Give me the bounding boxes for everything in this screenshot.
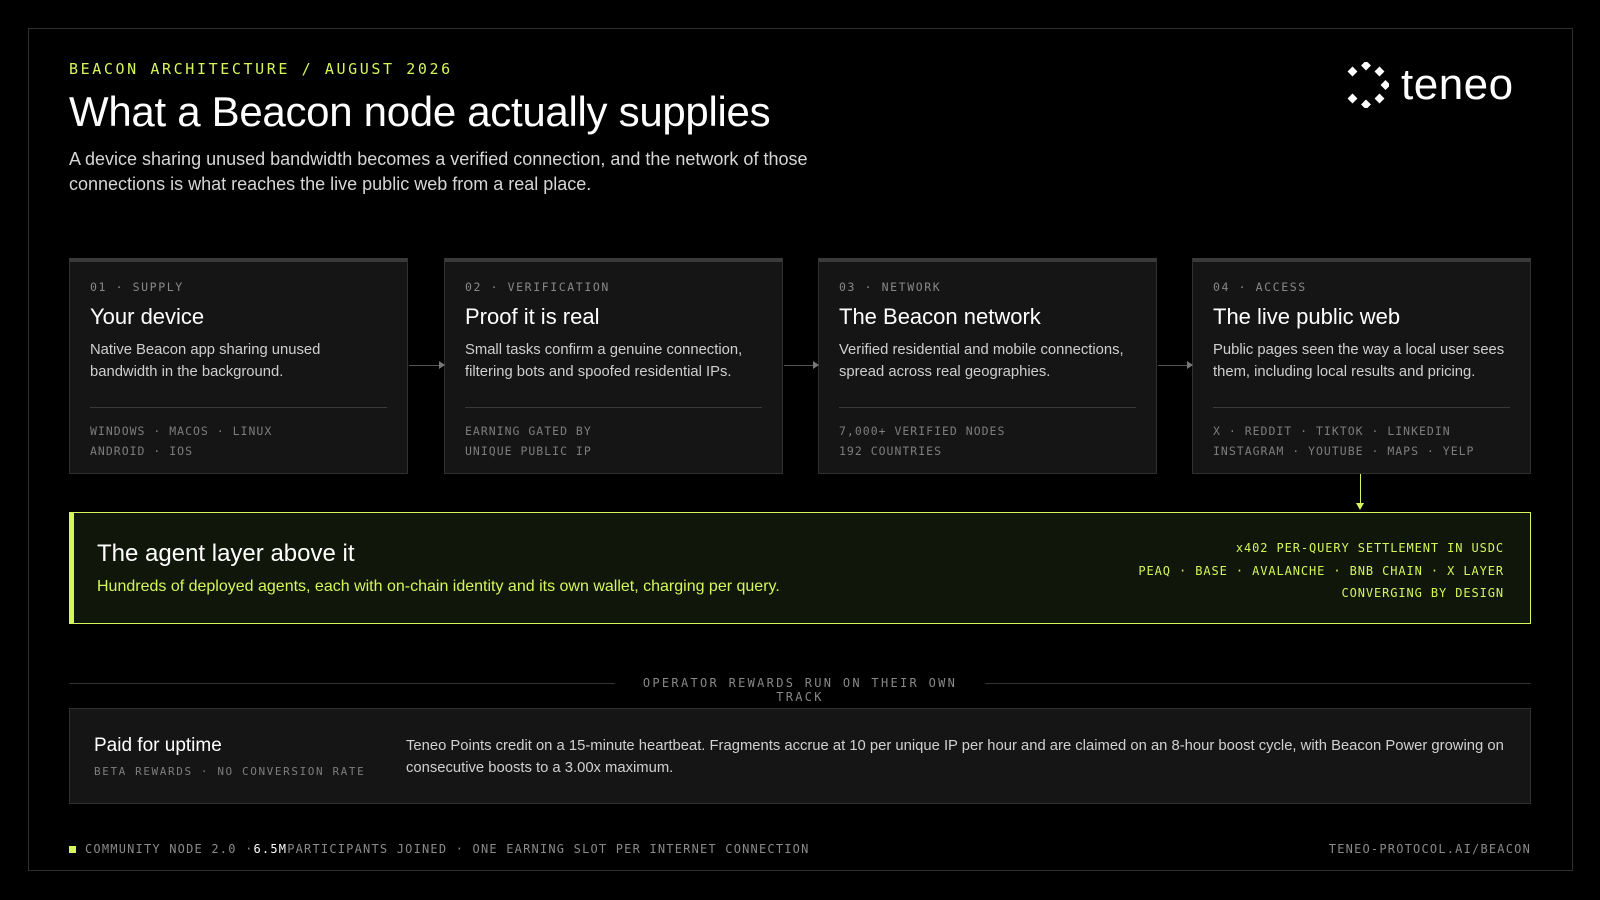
step-title: The Beacon network: [839, 304, 1041, 329]
step-description: Verified residential and mobile connecti…: [839, 342, 1124, 380]
step-label: 01 · SUPPLY: [90, 280, 184, 294]
footer-left: COMMUNITY NODE 2.0 · 6.5M PARTICIPANTS J…: [69, 842, 810, 856]
separator-line: [69, 683, 615, 684]
rewards-title: Paid for uptime: [94, 735, 222, 756]
step-label: 04 · ACCESS: [1213, 280, 1307, 294]
step-title: Proof it is real: [465, 304, 600, 329]
footer-text: COMMUNITY NODE 2.0 ·: [85, 842, 254, 856]
agent-layer-panel: The agent layer above it Hundreds of dep…: [69, 512, 1531, 624]
step-label: 03 · NETWORK: [839, 280, 942, 294]
footer-text: PARTICIPANTS JOINED · ONE EARNING SLOT P…: [287, 842, 810, 856]
arrow-right-icon: [784, 361, 819, 369]
step-meta-line: INSTAGRAM · YOUTUBE · MAPS · YELP: [1213, 444, 1475, 458]
step-card-access: 04 · ACCESS The live public web Public p…: [1192, 258, 1531, 474]
agent-layer-details: x402 PER-QUERY SETTLEMENT IN USDC PEAQ ·…: [1138, 537, 1504, 605]
step-meta-line: X · REDDIT · TIKTOK · LINKEDIN: [1213, 424, 1451, 438]
agent-detail-line: CONVERGING BY DESIGN: [1341, 586, 1504, 600]
arrow-right-icon: [1158, 361, 1193, 369]
step-meta: EARNING GATED BY UNIQUE PUBLIC IP: [465, 421, 762, 461]
agent-layer-title: The agent layer above it: [97, 540, 355, 567]
agent-detail-line: PEAQ · BASE · AVALANCHE · BNB CHAIN · X …: [1138, 563, 1504, 578]
step-meta: WINDOWS · MACOS · LINUX ANDROID · IOS: [90, 421, 387, 461]
step-meta-line: WINDOWS · MACOS · LINUX: [90, 424, 273, 438]
rewards-panel: Paid for uptime BETA REWARDS · NO CONVER…: [69, 708, 1531, 804]
agent-layer-description: Hundreds of deployed agents, each with o…: [97, 578, 780, 595]
rewards-subtitle: BETA REWARDS · NO CONVERSION RATE: [94, 765, 366, 778]
step-title: Your device: [90, 304, 205, 329]
step-divider: [465, 407, 762, 408]
logo-text: teneo: [1401, 60, 1514, 109]
step-description: Small tasks confirm a genuine connection…: [465, 342, 743, 380]
arrow-down-icon: [1356, 474, 1364, 510]
step-card-network: 03 · NETWORK The Beacon network Verified…: [818, 258, 1157, 474]
step-meta-line: UNIQUE PUBLIC IP: [465, 444, 592, 458]
step-meta-line: 7,000+ VERIFIED NODES: [839, 424, 1006, 438]
step-card-verification: 02 · VERIFICATION Proof it is real Small…: [444, 258, 783, 474]
step-card-supply: 01 · SUPPLY Your device Native Beacon ap…: [69, 258, 408, 474]
step-meta-line: EARNING GATED BY: [465, 424, 592, 438]
footer-url: TENEO-PROTOCOL.AI/BEACON: [1328, 842, 1531, 856]
step-meta-line: ANDROID · IOS: [90, 444, 194, 458]
separator-label: OPERATOR REWARDS RUN ON THEIR OWN TRACK: [642, 676, 958, 704]
step-description: Native Beacon app sharing unused bandwid…: [90, 342, 321, 380]
step-meta-line: 192 COUNTRIES: [839, 444, 943, 458]
page-subtitle: A device sharing unused bandwidth become…: [69, 149, 808, 194]
step-divider: [90, 407, 387, 408]
step-description: Public pages seen the way a local user s…: [1213, 342, 1505, 380]
agent-detail-line: x402 PER-QUERY SETTLEMENT IN USDC: [1235, 541, 1504, 555]
step-divider: [839, 407, 1136, 408]
separator-line: [985, 683, 1531, 684]
dotted-ring-logo-icon: [1347, 62, 1389, 108]
rewards-description: Teneo Points credit on a 15-minute heart…: [406, 738, 1504, 776]
eyebrow: BEACON ARCHITECTURE / AUGUST 2026: [69, 60, 453, 78]
step-label: 02 · VERIFICATION: [465, 280, 610, 294]
step-meta: X · REDDIT · TIKTOK · LINKEDIN INSTAGRAM…: [1213, 421, 1510, 461]
step-meta: 7,000+ VERIFIED NODES 192 COUNTRIES: [839, 421, 1136, 461]
step-title: The live public web: [1213, 304, 1401, 329]
step-divider: [1213, 407, 1510, 408]
page-title: What a Beacon node actually supplies: [69, 88, 771, 135]
teneo-logo: teneo: [1343, 60, 1514, 110]
arrow-right-icon: [409, 361, 445, 369]
accent-square-icon: [69, 845, 76, 853]
participants-count: 6.5M: [253, 842, 288, 856]
